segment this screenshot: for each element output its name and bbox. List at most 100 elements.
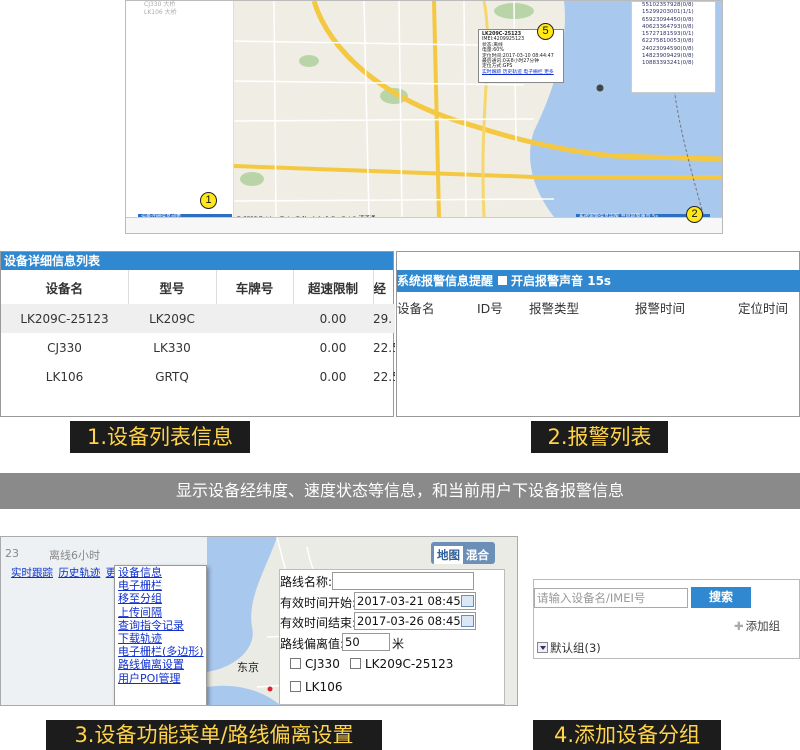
col-model[interactable]: 型号 <box>128 270 217 304</box>
tree-row[interactable]: LK106 大桥 <box>126 9 233 17</box>
menu-item-poi[interactable]: 用户POI管理 <box>115 672 206 685</box>
device-list-item[interactable]: 62275810053(0/8) <box>632 38 715 45</box>
alarm-title: 系统报警信息提醒 <box>397 274 494 288</box>
device-checkbox[interactable] <box>350 658 361 669</box>
cell-speed: 0.00 <box>293 304 373 333</box>
cell-model: LK209C <box>128 304 216 333</box>
route-name-label: 路线名称: <box>280 575 333 589</box>
cell-extra: 22.5 <box>373 340 395 355</box>
map-screenshot: CJ330 大桥 LK106 大桥 LK209C-25123 IMEI:4209… <box>125 0 723 234</box>
menu-item-device-info[interactable]: 设备信息 <box>115 566 206 579</box>
default-group-label: 默认组(3) <box>550 641 601 655</box>
sound-checkbox[interactable] <box>497 275 509 286</box>
plus-icon: ✚ <box>734 619 744 633</box>
device-list-item[interactable]: 65923094450(0/8) <box>632 17 715 24</box>
menu-item-download-track[interactable]: 下载轨迹 <box>115 632 206 645</box>
device-table-header: 设备名 型号 车牌号 超速限制 经 <box>1 270 395 304</box>
search-button[interactable]: 搜索 <box>691 587 751 608</box>
col-plate[interactable]: 车牌号 <box>216 270 294 304</box>
map-bottom-toolbar <box>126 217 722 233</box>
alarm-col-type[interactable]: 报警类型 <box>529 298 579 317</box>
menu-item-move-group[interactable]: 移至分组 <box>115 592 206 605</box>
col-device-name[interactable]: 设备名 <box>1 270 129 304</box>
deviation-input[interactable]: 50 <box>342 633 390 651</box>
route-deviation-form: 路线名称: 有效时间开始: 2017-03-21 08:45 有效时间结束: 2… <box>279 569 505 705</box>
device-checkbox[interactable] <box>290 658 301 669</box>
menu-item-upload-interval[interactable]: 上传间隔 <box>115 606 206 619</box>
device-checkbox[interactable] <box>290 681 301 692</box>
caption-alarm-list: 2.报警列表 <box>531 421 668 453</box>
device-list-item[interactable]: 14823909429(0/8) <box>632 53 715 60</box>
map-type-tabs: 地图 混合 <box>431 542 495 564</box>
cell-plate <box>216 304 293 333</box>
expand-icon[interactable] <box>537 642 548 653</box>
marker-5: 5 <box>537 23 554 40</box>
start-time-input[interactable]: 2017-03-21 08:45 <box>354 592 476 610</box>
device-group-panel: 请输入设备名/IMEI号 搜索 ✚ 添加组 默认组(3) <box>533 579 800 659</box>
marker-2: 2 <box>686 206 703 223</box>
link-history-track[interactable]: 历史轨迹 <box>58 567 100 579</box>
device-detail-panel: 设备详细信息列表 设备名 型号 车牌号 超速限制 经 LK209C-25123 … <box>0 251 395 417</box>
device-panel-title: 设备详细信息列表 <box>1 252 393 270</box>
link-realtime-track[interactable]: 实时跟踪 <box>11 567 53 579</box>
caption-device-menu: 3.设备功能菜单/路线偏离设置 <box>46 720 382 750</box>
end-time-input[interactable]: 2017-03-26 08:45 <box>354 612 476 630</box>
cell-model: LK330 <box>153 340 191 355</box>
cell-extra: 22.5 <box>373 369 395 384</box>
menu-item-command-log[interactable]: 查询指令记录 <box>115 619 206 632</box>
cell-name: CJ330 <box>47 340 82 355</box>
table-row[interactable]: CJ330 LK330 0.00 22.5 <box>1 333 395 362</box>
device-checkbox-label: LK106 <box>305 680 343 694</box>
menu-item-polygon-geofence[interactable]: 电子栅栏(多边形) <box>115 645 206 658</box>
device-tree-column: CJ330 大桥 LK106 大桥 <box>126 1 234 233</box>
device-list-item[interactable]: 24023094590(0/8) <box>632 46 715 53</box>
device-search-input[interactable]: 请输入设备名/IMEI号 <box>534 588 688 608</box>
menu-item-route-deviation[interactable]: 路线偏离设置 <box>115 658 206 671</box>
col-longitude[interactable]: 经 <box>373 270 395 304</box>
cell-name: LK106 <box>45 369 84 384</box>
caption-device-list: 1.设备列表信息 <box>70 421 250 453</box>
device-row[interactable]: 23 离线6小时 <box>1 545 201 565</box>
alarm-col-id[interactable]: ID号 <box>477 298 503 317</box>
alarm-col-device[interactable]: 设备名 <box>397 298 435 317</box>
add-group-button[interactable]: ✚ 添加组 <box>734 618 780 634</box>
calendar-icon[interactable] <box>461 615 474 627</box>
device-index: 23 <box>5 547 19 560</box>
device-list-item[interactable]: 40623364793(0/8) <box>632 24 715 31</box>
device-checkbox-label: LK209C-25123 <box>365 657 454 671</box>
cell-name: LK209C-25123 <box>1 304 128 333</box>
device-checkbox-label: CJ330 <box>305 657 340 671</box>
route-name-input[interactable] <box>332 572 474 590</box>
caption-add-group: 4.添加设备分组 <box>533 720 721 750</box>
device-status: 离线6小时 <box>49 549 100 562</box>
device-list-item[interactable]: 15299203001(1/1) <box>632 9 715 16</box>
default-group-item[interactable]: 默认组(3) <box>537 640 601 656</box>
tree-row[interactable]: CJ330 大桥 <box>126 1 233 9</box>
table-row[interactable]: LK209C-25123 LK209C 0.00 29. <box>1 304 395 333</box>
sound-label: 开启报警声音 <box>511 274 584 288</box>
device-list-item[interactable]: 55102357928(0/8) <box>632 2 715 9</box>
alarm-col-time[interactable]: 报警时间 <box>635 298 685 317</box>
cell-speed: 0.00 <box>319 369 347 384</box>
cell-extra: 29. <box>373 304 395 333</box>
tab-hybrid[interactable]: 混合 <box>463 546 492 564</box>
device-list-item[interactable]: 10883393241(0/8) <box>632 60 715 67</box>
map-city-label: 东京 <box>237 660 259 674</box>
device-context-menu: 设备信息 电子栅栏 移至分组 上传间隔 查询指令记录 下载轨迹 电子栅栏(多边形… <box>114 565 207 705</box>
menu-item-geofence[interactable]: 电子栅栏 <box>115 579 206 592</box>
alarm-col-locate-time[interactable]: 定位时间 <box>738 298 788 317</box>
popup-links[interactable]: 实时跟踪 历史轨迹 电子栅栏 更多 <box>482 70 560 75</box>
map-device-list: 55102357928(0/8) 15299203001(1/1) 659230… <box>631 1 716 93</box>
device-table: 设备名 型号 车牌号 超速限制 经 LK209C-25123 LK209C 0.… <box>1 270 395 391</box>
table-row[interactable]: LK106 GRTQ 0.00 22.5 <box>1 362 395 391</box>
calendar-icon[interactable] <box>461 595 474 607</box>
cell-plate <box>216 362 293 391</box>
end-time-label: 有效时间结束: <box>280 616 357 630</box>
alarm-title-bar: 系统报警信息提醒 开启报警声音 15s <box>397 270 800 292</box>
cell-plate <box>216 333 293 362</box>
tab-map[interactable]: 地图 <box>434 546 463 564</box>
cell-model: GRTQ <box>155 369 189 384</box>
col-speed-limit[interactable]: 超速限制 <box>293 270 374 304</box>
device-list-item[interactable]: 15727181593(0/1) <box>632 31 715 38</box>
alarm-interval: 15s <box>587 274 612 288</box>
